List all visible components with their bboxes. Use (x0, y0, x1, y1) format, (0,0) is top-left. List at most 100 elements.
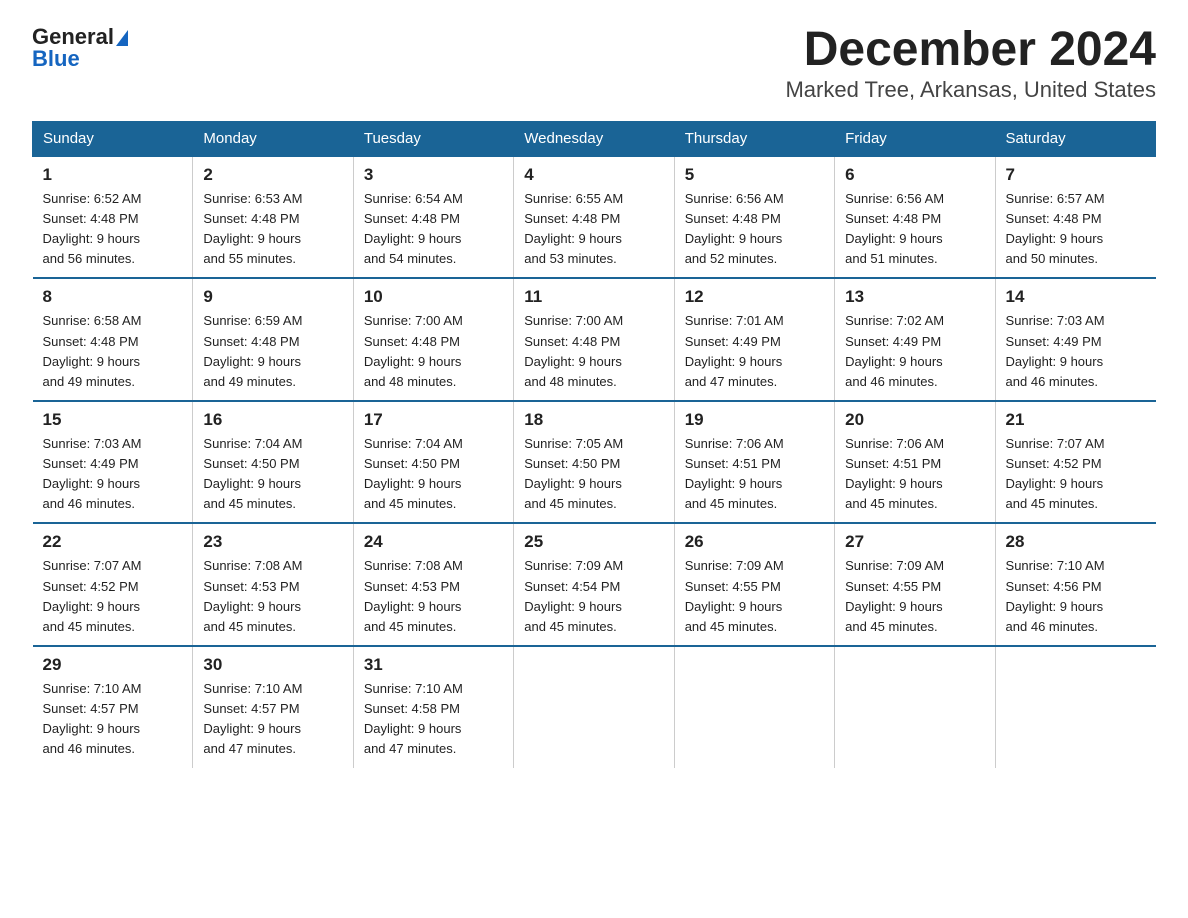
day-info: Sunrise: 7:07 AMSunset: 4:52 PMDaylight:… (43, 556, 183, 637)
calendar-cell (995, 646, 1155, 768)
day-info: Sunrise: 7:04 AMSunset: 4:50 PMDaylight:… (364, 434, 503, 515)
day-number: 22 (43, 532, 183, 552)
calendar-table: SundayMondayTuesdayWednesdayThursdayFrid… (32, 121, 1156, 768)
calendar-cell: 30 Sunrise: 7:10 AMSunset: 4:57 PMDayligh… (193, 646, 353, 768)
day-number: 13 (845, 287, 984, 307)
page-subtitle: Marked Tree, Arkansas, United States (785, 77, 1156, 103)
calendar-cell: 12 Sunrise: 7:01 AMSunset: 4:49 PMDayligh… (674, 278, 834, 401)
day-info: Sunrise: 7:09 AMSunset: 4:54 PMDaylight:… (524, 556, 663, 637)
day-info: Sunrise: 7:03 AMSunset: 4:49 PMDaylight:… (43, 434, 183, 515)
calendar-cell: 20 Sunrise: 7:06 AMSunset: 4:51 PMDayligh… (835, 401, 995, 524)
calendar-cell: 16 Sunrise: 7:04 AMSunset: 4:50 PMDayligh… (193, 401, 353, 524)
calendar-cell: 8 Sunrise: 6:58 AMSunset: 4:48 PMDaylight… (33, 278, 193, 401)
day-number: 15 (43, 410, 183, 430)
day-info: Sunrise: 7:08 AMSunset: 4:53 PMDaylight:… (364, 556, 503, 637)
header-tuesday: Tuesday (353, 121, 513, 156)
day-info: Sunrise: 6:58 AMSunset: 4:48 PMDaylight:… (43, 311, 183, 392)
day-number: 29 (43, 655, 183, 675)
day-info: Sunrise: 7:10 AMSunset: 4:57 PMDaylight:… (203, 679, 342, 760)
header-wednesday: Wednesday (514, 121, 674, 156)
day-info: Sunrise: 7:09 AMSunset: 4:55 PMDaylight:… (845, 556, 984, 637)
calendar-cell: 2 Sunrise: 6:53 AMSunset: 4:48 PMDaylight… (193, 156, 353, 279)
day-number: 31 (364, 655, 503, 675)
calendar-week-row: 1Sunrise: 6:52 AMSunset: 4:48 PMDaylight… (33, 156, 1156, 279)
calendar-cell: 3 Sunrise: 6:54 AMSunset: 4:48 PMDaylight… (353, 156, 513, 279)
calendar-cell: 9 Sunrise: 6:59 AMSunset: 4:48 PMDaylight… (193, 278, 353, 401)
calendar-week-row: 22 Sunrise: 7:07 AMSunset: 4:52 PMDayligh… (33, 523, 1156, 646)
day-number: 9 (203, 287, 342, 307)
day-number: 16 (203, 410, 342, 430)
page-header: General Blue December 2024 Marked Tree, … (32, 24, 1156, 103)
calendar-cell: 22 Sunrise: 7:07 AMSunset: 4:52 PMDayligh… (33, 523, 193, 646)
day-info: Sunrise: 6:59 AMSunset: 4:48 PMDaylight:… (203, 311, 342, 392)
logo-triangle-icon (116, 30, 128, 46)
day-number: 2 (203, 165, 342, 185)
calendar-cell: 29 Sunrise: 7:10 AMSunset: 4:57 PMDayligh… (33, 646, 193, 768)
day-number: 21 (1006, 410, 1146, 430)
day-number: 17 (364, 410, 503, 430)
day-info: Sunrise: 7:05 AMSunset: 4:50 PMDaylight:… (524, 434, 663, 515)
day-number: 26 (685, 532, 824, 552)
calendar-cell: 18 Sunrise: 7:05 AMSunset: 4:50 PMDayligh… (514, 401, 674, 524)
page-title: December 2024 (785, 24, 1156, 77)
day-number: 3 (364, 165, 503, 185)
calendar-cell: 31 Sunrise: 7:10 AMSunset: 4:58 PMDayligh… (353, 646, 513, 768)
calendar-cell: 14Sunrise: 7:03 AMSunset: 4:49 PMDayligh… (995, 278, 1155, 401)
day-info: Sunrise: 7:02 AMSunset: 4:49 PMDaylight:… (845, 311, 984, 392)
title-block: December 2024 Marked Tree, Arkansas, Uni… (785, 24, 1156, 103)
calendar-cell: 5 Sunrise: 6:56 AMSunset: 4:48 PMDaylight… (674, 156, 834, 279)
day-number: 10 (364, 287, 503, 307)
calendar-cell: 17 Sunrise: 7:04 AMSunset: 4:50 PMDayligh… (353, 401, 513, 524)
day-number: 5 (685, 165, 824, 185)
day-info: Sunrise: 6:55 AMSunset: 4:48 PMDaylight:… (524, 189, 663, 270)
day-info: Sunrise: 6:52 AMSunset: 4:48 PMDaylight:… (43, 189, 183, 270)
calendar-cell: 27 Sunrise: 7:09 AMSunset: 4:55 PMDayligh… (835, 523, 995, 646)
day-info: Sunrise: 7:06 AMSunset: 4:51 PMDaylight:… (845, 434, 984, 515)
day-number: 23 (203, 532, 342, 552)
calendar-cell (514, 646, 674, 768)
day-number: 11 (524, 287, 663, 307)
day-info: Sunrise: 7:01 AMSunset: 4:49 PMDaylight:… (685, 311, 824, 392)
calendar-week-row: 15 Sunrise: 7:03 AMSunset: 4:49 PMDayligh… (33, 401, 1156, 524)
day-number: 27 (845, 532, 984, 552)
calendar-cell: 26 Sunrise: 7:09 AMSunset: 4:55 PMDayligh… (674, 523, 834, 646)
calendar-cell: 21 Sunrise: 7:07 AMSunset: 4:52 PMDayligh… (995, 401, 1155, 524)
calendar-cell (835, 646, 995, 768)
day-info: Sunrise: 7:07 AMSunset: 4:52 PMDaylight:… (1006, 434, 1146, 515)
calendar-week-row: 8 Sunrise: 6:58 AMSunset: 4:48 PMDaylight… (33, 278, 1156, 401)
day-info: Sunrise: 7:06 AMSunset: 4:51 PMDaylight:… (685, 434, 824, 515)
day-info: Sunrise: 6:56 AMSunset: 4:48 PMDaylight:… (685, 189, 824, 270)
day-number: 20 (845, 410, 984, 430)
calendar-cell: 6 Sunrise: 6:56 AMSunset: 4:48 PMDaylight… (835, 156, 995, 279)
day-number: 18 (524, 410, 663, 430)
calendar-cell: 13 Sunrise: 7:02 AMSunset: 4:49 PMDayligh… (835, 278, 995, 401)
calendar-cell: 19Sunrise: 7:06 AMSunset: 4:51 PMDayligh… (674, 401, 834, 524)
calendar-week-row: 29 Sunrise: 7:10 AMSunset: 4:57 PMDayligh… (33, 646, 1156, 768)
calendar-cell: 28Sunrise: 7:10 AMSunset: 4:56 PMDayligh… (995, 523, 1155, 646)
day-info: Sunrise: 6:56 AMSunset: 4:48 PMDaylight:… (845, 189, 984, 270)
day-info: Sunrise: 7:04 AMSunset: 4:50 PMDaylight:… (203, 434, 342, 515)
day-number: 12 (685, 287, 824, 307)
day-number: 6 (845, 165, 984, 185)
calendar-cell: 11Sunrise: 7:00 AMSunset: 4:48 PMDayligh… (514, 278, 674, 401)
day-number: 30 (203, 655, 342, 675)
header-monday: Monday (193, 121, 353, 156)
calendar-cell: 24 Sunrise: 7:08 AMSunset: 4:53 PMDayligh… (353, 523, 513, 646)
calendar-cell: 23 Sunrise: 7:08 AMSunset: 4:53 PMDayligh… (193, 523, 353, 646)
header-thursday: Thursday (674, 121, 834, 156)
day-info: Sunrise: 6:53 AMSunset: 4:48 PMDaylight:… (203, 189, 342, 270)
day-info: Sunrise: 6:54 AMSunset: 4:48 PMDaylight:… (364, 189, 503, 270)
header-friday: Friday (835, 121, 995, 156)
logo-blue: Blue (32, 46, 80, 71)
day-info: Sunrise: 7:00 AMSunset: 4:48 PMDaylight:… (364, 311, 503, 392)
day-info: Sunrise: 7:08 AMSunset: 4:53 PMDaylight:… (203, 556, 342, 637)
day-number: 24 (364, 532, 503, 552)
day-number: 7 (1006, 165, 1146, 185)
day-number: 8 (43, 287, 183, 307)
day-info: Sunrise: 7:09 AMSunset: 4:55 PMDaylight:… (685, 556, 824, 637)
day-info: Sunrise: 7:10 AMSunset: 4:58 PMDaylight:… (364, 679, 503, 760)
day-info: Sunrise: 7:10 AMSunset: 4:57 PMDaylight:… (43, 679, 183, 760)
day-info: Sunrise: 6:57 AMSunset: 4:48 PMDaylight:… (1006, 189, 1146, 270)
calendar-cell: 1Sunrise: 6:52 AMSunset: 4:48 PMDaylight… (33, 156, 193, 279)
header-saturday: Saturday (995, 121, 1155, 156)
